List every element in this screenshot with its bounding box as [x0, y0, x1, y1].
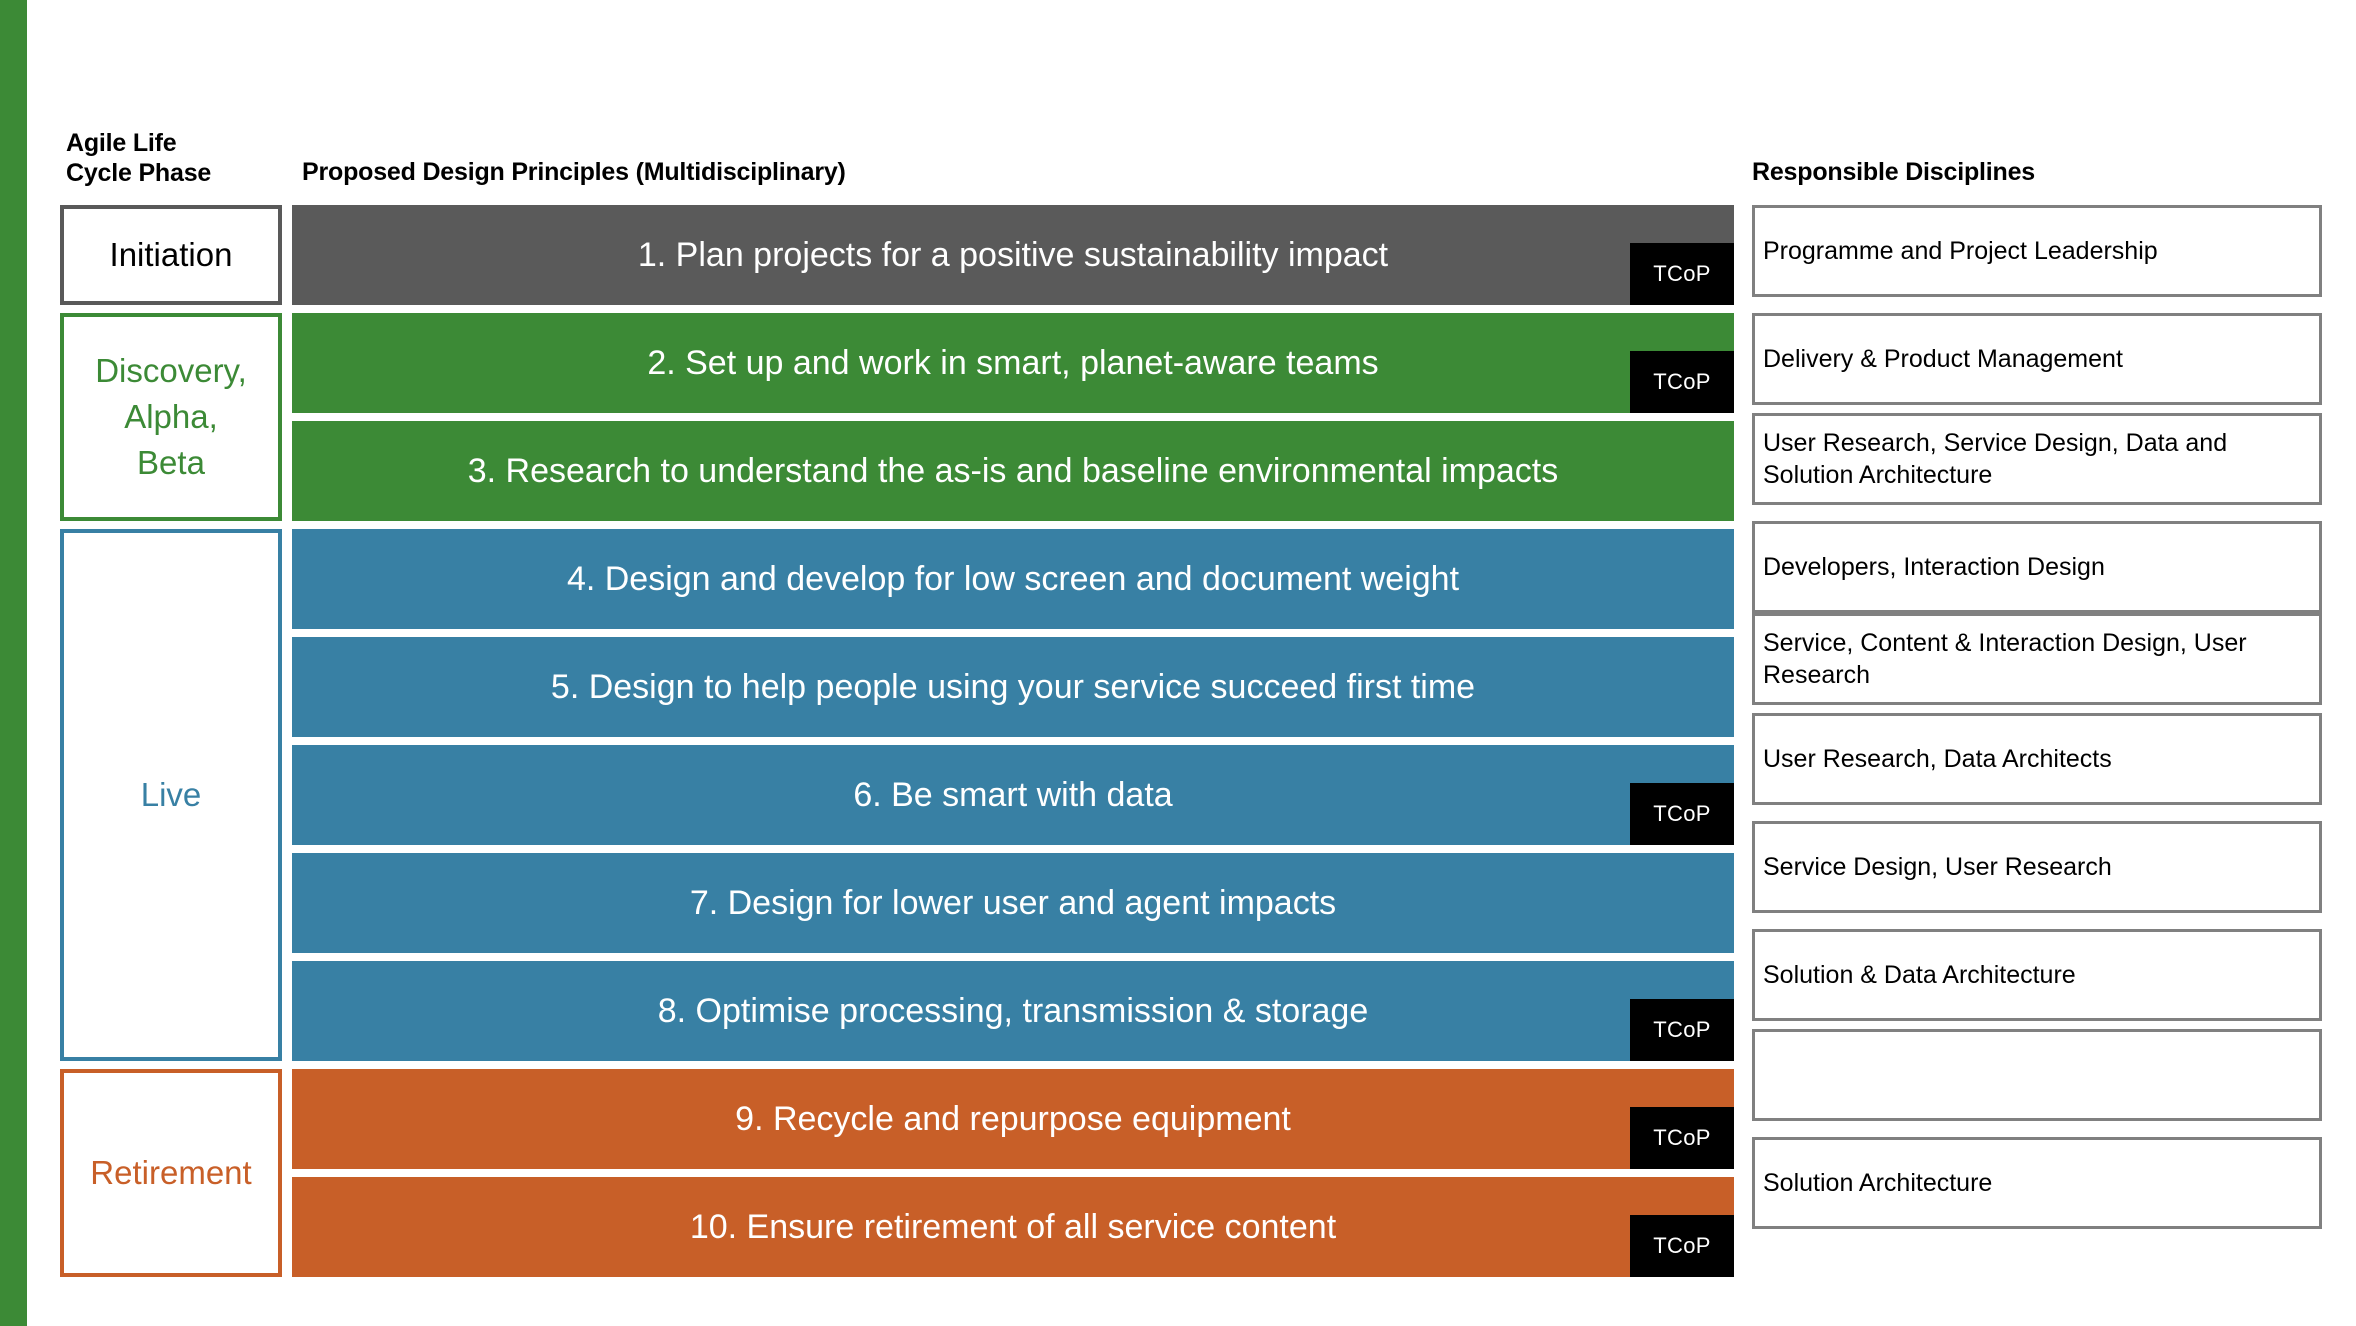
principle-bar[interactable]: 6. Be smart with data TCoP [292, 745, 1734, 845]
principle-bar[interactable]: 7. Design for lower user and agent impac… [292, 853, 1734, 953]
phase-box-initiation[interactable]: Initiation [60, 205, 282, 305]
discipline-text: User Research, Service Design, Data and … [1763, 429, 2228, 489]
discipline-text: Service, Content & Interaction Design, U… [1763, 629, 2247, 689]
principle-text: 8. Optimise processing, transmission & s… [657, 992, 1369, 1030]
discipline-box[interactable]: Delivery & Product Management [1752, 313, 2322, 405]
discipline-text: Delivery & Product Management [1763, 345, 2123, 373]
principle-text: 9. Recycle and repurpose equipment [735, 1100, 1291, 1138]
discipline-box[interactable] [1752, 1029, 2322, 1121]
principle-text: 3. Research to understand the as-is and … [467, 452, 1559, 490]
phase-label-line: Beta [137, 444, 205, 481]
column-header-principles: Proposed Design Principles (Multidiscipl… [302, 158, 846, 186]
phase-label: Initiation [110, 232, 233, 278]
principle-bar[interactable]: 2. Set up and work in smart, planet-awar… [292, 313, 1734, 413]
principle-text: 10. Ensure retirement of all service con… [689, 1208, 1337, 1246]
principle-bar[interactable]: 5. Design to help people using your serv… [292, 637, 1734, 737]
left-accent-stripe [0, 0, 27, 1326]
phase-label: Live [141, 772, 202, 818]
principle-text: 1. Plan projects for a positive sustaina… [637, 236, 1389, 274]
phase-box-retirement[interactable]: Retirement [60, 1069, 282, 1277]
principle-bar[interactable]: 3. Research to understand the as-is and … [292, 421, 1734, 521]
phase-label-line: Discovery, [95, 352, 247, 389]
tcop-badge[interactable]: TCoP [1630, 999, 1734, 1061]
discipline-box[interactable]: Solution & Data Architecture [1752, 929, 2322, 1021]
phase-label-line: Retirement [90, 1154, 252, 1191]
principle-text: 5. Design to help people using your serv… [550, 668, 1476, 706]
discipline-text: Solution Architecture [1763, 1169, 1993, 1197]
discipline-box[interactable]: Service Design, User Research [1752, 821, 2322, 913]
principle-bar[interactable]: 9. Recycle and repurpose equipment TCoP [292, 1069, 1734, 1169]
discipline-text: Programme and Project Leadership [1763, 237, 2158, 265]
principle-bar[interactable]: 10. Ensure retirement of all service con… [292, 1177, 1734, 1277]
principle-text: 4. Design and develop for low screen and… [566, 560, 1460, 598]
phase-label-line: Alpha, [124, 398, 218, 435]
column-header-phase: Agile Life Cycle Phase [66, 128, 266, 188]
discipline-text: Developers, Interaction Design [1763, 553, 2105, 581]
phase-label-line: Live [140, 776, 202, 813]
principle-text: 6. Be smart with data [853, 776, 1173, 814]
discipline-text: User Research, Data Architects [1763, 745, 2112, 773]
principle-text: 2. Set up and work in smart, planet-awar… [647, 344, 1379, 382]
discipline-box[interactable]: Developers, Interaction Design [1752, 521, 2322, 613]
phase-label: Retirement [90, 1150, 251, 1196]
discipline-box[interactable]: Programme and Project Leadership [1752, 205, 2322, 297]
column-header-phase-line2: Cycle Phase [66, 159, 212, 187]
principle-bar[interactable]: 8. Optimise processing, transmission & s… [292, 961, 1734, 1061]
phase-label: Discovery, Alpha, Beta [95, 348, 247, 486]
discipline-box[interactable]: Solution Architecture [1752, 1137, 2322, 1229]
discipline-box[interactable]: User Research, Data Architects [1752, 713, 2322, 805]
phase-label-line: Initiation [109, 236, 233, 273]
tcop-badge[interactable]: TCoP [1630, 351, 1734, 413]
column-header-phase-line1: Agile Life [66, 129, 177, 157]
tcop-badge[interactable]: TCoP [1630, 783, 1734, 845]
discipline-text: Solution & Data Architecture [1763, 961, 2076, 989]
principle-bar[interactable]: 4. Design and develop for low screen and… [292, 529, 1734, 629]
principle-text: 7. Design for lower user and agent impac… [689, 884, 1337, 922]
principle-bar[interactable]: 1. Plan projects for a positive sustaina… [292, 205, 1734, 305]
discipline-box[interactable]: User Research, Service Design, Data and … [1752, 413, 2322, 505]
phase-box-discovery-alpha-beta[interactable]: Discovery, Alpha, Beta [60, 313, 282, 521]
discipline-box[interactable]: Service, Content & Interaction Design, U… [1752, 613, 2322, 705]
tcop-badge[interactable]: TCoP [1630, 1107, 1734, 1169]
slide-canvas: Agile Life Cycle Phase Proposed Design P… [0, 0, 2356, 1326]
phase-box-live[interactable]: Live [60, 529, 282, 1061]
column-header-disciplines: Responsible Disciplines [1752, 158, 2035, 186]
discipline-text: Service Design, User Research [1763, 853, 2112, 881]
tcop-badge[interactable]: TCoP [1630, 243, 1734, 305]
tcop-badge[interactable]: TCoP [1630, 1215, 1734, 1277]
